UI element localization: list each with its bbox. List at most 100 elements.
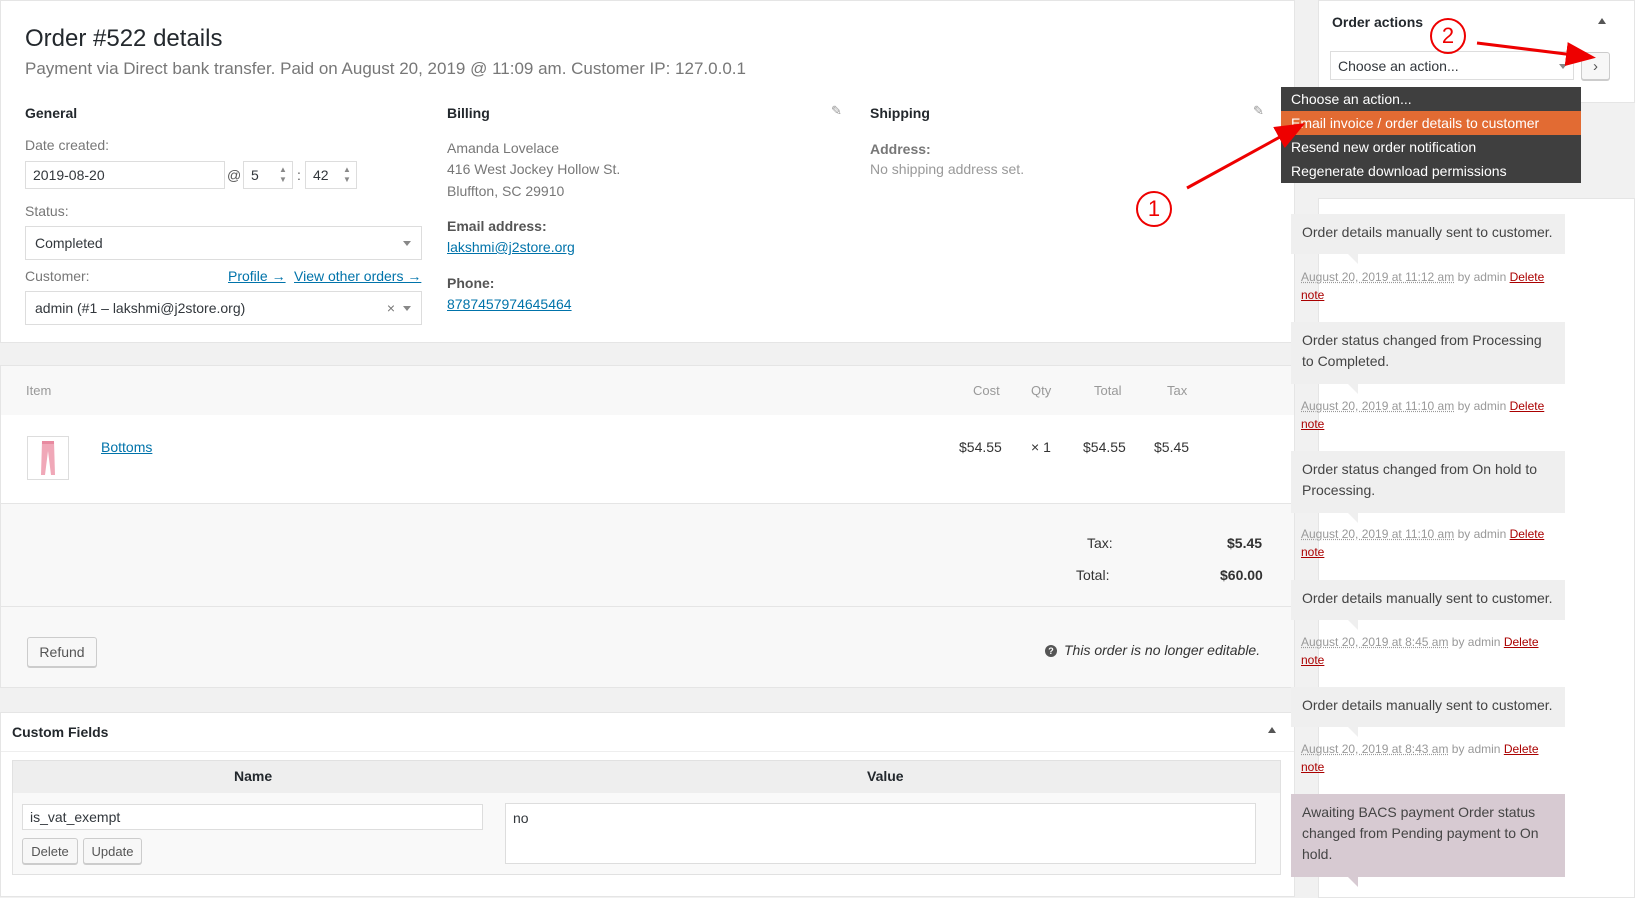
date-created-input[interactable]: 2019-08-20 — [25, 161, 225, 189]
at-symbol: @ — [227, 167, 241, 183]
chevron-down-icon — [403, 241, 411, 246]
chevron-down-icon — [1559, 64, 1567, 69]
note-meta: August 20, 2019 at 8:43 am by admin Dele… — [1301, 740, 1561, 776]
table-row — [1, 415, 1294, 504]
billing-city: Bluffton, SC 29910 — [447, 183, 564, 199]
order-action-select[interactable]: Choose an action... — [1330, 51, 1574, 80]
item-total: $54.55 — [1083, 439, 1126, 455]
note-meta: August 20, 2019 at 11:12 am by admin Del… — [1301, 268, 1561, 304]
shipping-heading: Shipping — [870, 105, 930, 121]
hour-input[interactable]: 5 ▲ ▼ — [243, 161, 293, 189]
order-actions-heading: Order actions — [1332, 14, 1423, 30]
shipping-address-label: Address: — [870, 141, 931, 157]
order-note: Order details manually sent to customer. — [1291, 687, 1565, 727]
order-items-panel — [0, 365, 1295, 688]
billing-phone-label: Phone: — [447, 275, 494, 291]
note-tail — [1348, 877, 1358, 887]
total-column-header: Total — [1094, 383, 1121, 398]
dropdown-option-selected[interactable]: Email invoice / order details to custome… — [1281, 111, 1581, 135]
product-link[interactable]: Bottoms — [101, 439, 152, 455]
note-tail — [1348, 254, 1358, 264]
edit-shipping-icon[interactable]: ✎ — [1253, 103, 1264, 119]
note-meta: August 20, 2019 at 11:10 am by admin Del… — [1301, 525, 1561, 561]
note-tail — [1348, 727, 1358, 737]
order-note: Order details manually sent to customer. — [1291, 214, 1565, 254]
order-note: Order details manually sent to customer. — [1291, 580, 1565, 620]
clear-icon[interactable]: × — [387, 300, 395, 316]
item-tax: $5.45 — [1154, 439, 1189, 455]
cost-column-header: Cost — [973, 383, 1000, 398]
item-column-header: Item — [26, 383, 51, 398]
billing-email-link[interactable]: lakshmi@j2store.org — [447, 239, 575, 255]
annotation-marker-1: 1 — [1136, 191, 1172, 227]
delete-note-link[interactable]: Delete — [1504, 742, 1539, 756]
billing-name: Amanda Lovelace — [447, 140, 559, 156]
delete-note-link[interactable]: note — [1301, 417, 1324, 431]
delete-note-link[interactable]: note — [1301, 545, 1324, 559]
item-qty: × 1 — [1031, 439, 1051, 455]
order-total-label: Total: — [1076, 567, 1109, 583]
system-order-note: Awaiting BACS payment Order status chang… — [1291, 794, 1565, 877]
minute-spinner[interactable]: ▲ ▼ — [342, 165, 352, 187]
delete-note-link[interactable]: Delete — [1510, 270, 1545, 284]
apply-action-button[interactable]: › — [1581, 52, 1610, 80]
status-select[interactable]: Completed — [25, 226, 422, 260]
customer-select[interactable]: admin (#1 – lakshmi@j2store.org) × — [25, 291, 422, 325]
custom-fields-divider — [1, 751, 1294, 752]
billing-email-label: Email address: — [447, 218, 547, 234]
order-note: Order status changed from Processing to … — [1291, 322, 1565, 384]
custom-fields-table-header — [13, 761, 1280, 793]
dropdown-option[interactable]: Regenerate download permissions — [1281, 159, 1581, 183]
delete-note-link[interactable]: Delete — [1510, 399, 1545, 413]
tax-total-value: $5.45 — [1227, 535, 1262, 551]
billing-heading: Billing — [447, 105, 490, 121]
value-column-header: Value — [867, 768, 904, 784]
custom-fields-heading: Custom Fields — [12, 724, 108, 740]
billing-street: 416 West Jockey Hollow St. — [447, 161, 620, 177]
status-label: Status: — [25, 203, 69, 219]
note-meta: August 20, 2019 at 8:45 am by admin Dele… — [1301, 633, 1561, 669]
not-editable-message: This order is no longer editable. — [1064, 642, 1260, 658]
profile-link[interactable]: Profile → — [228, 268, 286, 284]
product-thumbnail — [27, 436, 69, 480]
delete-note-link[interactable]: note — [1301, 653, 1324, 667]
chevron-down-icon — [403, 306, 411, 311]
qty-column-header: Qty — [1031, 383, 1051, 398]
dropdown-option[interactable]: Resend new order notification — [1281, 135, 1581, 159]
custom-field-name-input[interactable]: is_vat_exempt — [22, 804, 483, 830]
billing-phone-link[interactable]: 8787457974645464 — [447, 296, 572, 312]
collapse-arrow-icon[interactable] — [1268, 727, 1276, 733]
hour-spinner[interactable]: ▲ ▼ — [278, 165, 288, 187]
order-total-value: $60.00 — [1220, 567, 1263, 583]
order-action-dropdown: Choose an action... Email invoice / orde… — [1281, 87, 1581, 183]
custom-field-value-textarea[interactable]: no — [505, 803, 1256, 864]
tax-column-header: Tax — [1167, 383, 1187, 398]
items-divider — [1, 606, 1294, 607]
order-note: Order status changed from On hold to Pro… — [1291, 451, 1565, 513]
delete-note-link[interactable]: Delete — [1510, 527, 1545, 541]
view-other-orders-link[interactable]: View other orders → — [294, 268, 421, 284]
delete-meta-button[interactable]: Delete — [22, 838, 78, 864]
shipping-address-value: No shipping address set. — [870, 161, 1024, 177]
time-colon: : — [297, 167, 301, 183]
info-icon: ? — [1045, 645, 1057, 657]
item-cost: $54.55 — [959, 439, 1002, 455]
minute-input[interactable]: 42 ▲ ▼ — [305, 161, 357, 189]
tax-total-label: Tax: — [1087, 535, 1113, 551]
refund-button[interactable]: Refund — [27, 637, 97, 667]
delete-note-link[interactable]: note — [1301, 288, 1324, 302]
note-tail — [1348, 384, 1358, 394]
dropdown-option[interactable]: Choose an action... — [1281, 87, 1581, 111]
collapse-arrow-icon[interactable] — [1598, 18, 1606, 24]
delete-note-link[interactable]: Delete — [1504, 635, 1539, 649]
note-meta: August 20, 2019 at 11:10 am by admin Del… — [1301, 397, 1561, 433]
edit-billing-icon[interactable]: ✎ — [831, 103, 842, 119]
page-title: Order #522 details — [25, 25, 222, 53]
general-heading: General — [25, 105, 77, 121]
date-created-label: Date created: — [25, 137, 109, 153]
annotation-marker-2: 2 — [1430, 18, 1466, 54]
update-meta-button[interactable]: Update — [83, 838, 142, 864]
customer-label: Customer: — [25, 268, 90, 284]
delete-note-link[interactable]: note — [1301, 760, 1324, 774]
name-column-header: Name — [234, 768, 272, 784]
